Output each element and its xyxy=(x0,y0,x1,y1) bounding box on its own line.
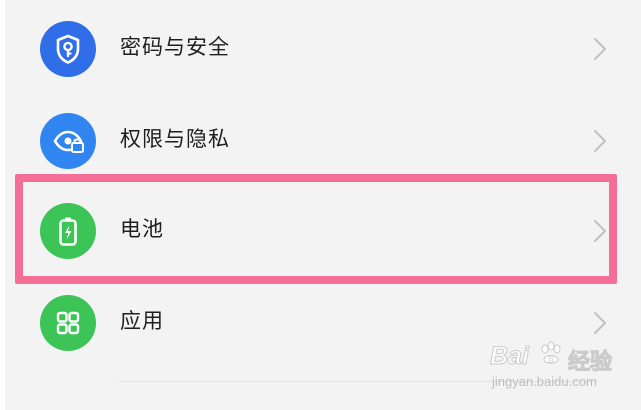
menu-item-battery[interactable]: 电池 xyxy=(0,184,641,276)
watermark-logo: Bai xyxy=(490,342,530,371)
baidu-paw-icon: 百 xyxy=(541,341,561,364)
menu-item-label: 权限与隐私 xyxy=(120,127,230,151)
menu-item-label: 密码与安全 xyxy=(120,35,230,59)
watermark-paw-text: 百 xyxy=(548,356,555,364)
chevron-right-icon xyxy=(594,38,606,60)
menu-item-label: 应用 xyxy=(120,309,164,333)
apps-grid-icon xyxy=(40,295,96,351)
watermark-url: jingyan.baidu.com xyxy=(492,374,597,389)
chevron-right-icon xyxy=(594,130,606,152)
menu-item-label: 电池 xyxy=(120,217,164,241)
baidu-jingyan-watermark: Bai 百 经验 jingyan.baidu.com xyxy=(490,340,630,400)
eye-lock-icon xyxy=(40,113,96,169)
shield-key-icon xyxy=(40,21,96,77)
chevron-right-icon xyxy=(594,312,606,334)
battery-icon xyxy=(40,203,96,259)
menu-item-permissions-privacy[interactable]: 权限与隐私 xyxy=(0,94,641,186)
menu-item-password-security[interactable]: 密码与安全 xyxy=(0,2,641,94)
watermark-text: 经验 xyxy=(567,350,613,376)
chevron-right-icon xyxy=(594,220,606,242)
